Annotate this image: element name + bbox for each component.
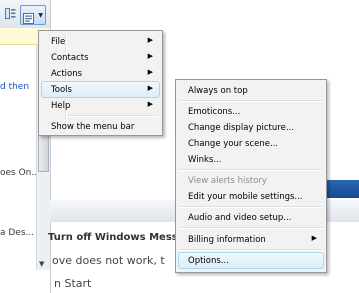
menu-item-label: Tools (51, 85, 72, 95)
tools-submenu: Always on top Emoticons... Change displa… (175, 79, 327, 273)
menu-item-audio-video-setup[interactable]: Audio and video setup... (178, 209, 324, 226)
menu-item-help[interactable]: Help ▶ (41, 97, 160, 114)
scroll-down-icon[interactable]: ▼ (39, 260, 44, 268)
text-fragment: oes On... (0, 168, 40, 178)
main-menu: File ▶ Contacts ▶ Actions ▶ Tools ▶ Help… (38, 30, 163, 136)
chevron-down-icon: ▼ (38, 12, 43, 19)
menu-item-label: Edit your mobile settings... (188, 192, 303, 202)
link-fragment[interactable]: d then (0, 82, 29, 92)
menu-item-billing-information[interactable]: Billing information ▶ (178, 231, 324, 248)
menu-item-edit-mobile-settings[interactable]: Edit your mobile settings... (178, 188, 324, 205)
menu-item-change-display-picture[interactable]: Change display picture... (178, 119, 324, 136)
menu-item-view-alerts-history: View alerts history (178, 172, 324, 189)
menu-separator (179, 227, 323, 229)
chevron-right-icon: ▶ (147, 84, 153, 92)
contacts-view-icon[interactable] (4, 7, 17, 20)
menu-separator (179, 100, 323, 102)
article-heading: Turn off Windows Mess (48, 232, 178, 243)
text-fragment: a Des... (0, 228, 35, 238)
menu-separator (179, 249, 323, 251)
menu-item-label: Actions (51, 69, 83, 79)
menu-item-emoticons[interactable]: Emoticons... (178, 103, 324, 120)
menu-item-label: Contacts (51, 53, 89, 63)
menu-item-tools[interactable]: Tools ▶ (41, 81, 160, 98)
menu-item-change-scene[interactable]: Change your scene... (178, 135, 324, 152)
article-text: n Start (54, 277, 92, 290)
show-menu-icon (23, 9, 34, 28)
menu-separator (67, 115, 159, 117)
menu-item-label: Options... (188, 256, 229, 266)
article-text: ove does not work, t (52, 254, 165, 267)
menu-item-actions[interactable]: Actions ▶ (41, 65, 160, 82)
menu-item-contacts[interactable]: Contacts ▶ (41, 49, 160, 66)
menu-item-label: Always on top (188, 86, 248, 96)
menu-item-label: Show the menu bar (51, 122, 135, 132)
menu-item-label: Emoticons... (188, 107, 241, 117)
menu-item-label: Help (51, 101, 71, 111)
menu-item-options[interactable]: Options... (178, 252, 324, 269)
menu-item-file[interactable]: File ▶ (41, 33, 160, 50)
show-menu-button[interactable]: ▼ (20, 5, 46, 25)
toolbar: ▼ (0, 0, 50, 29)
menu-item-always-on-top[interactable]: Always on top (178, 82, 324, 99)
chevron-right-icon: ▶ (147, 68, 153, 76)
menu-item-label: Change display picture... (188, 123, 294, 133)
chevron-right-icon: ▶ (147, 52, 153, 60)
menu-item-label: View alerts history (188, 176, 267, 186)
menu-item-label: Audio and video setup... (188, 213, 292, 223)
menu-separator (179, 206, 323, 208)
menu-item-label: File (51, 37, 66, 47)
menu-item-winks[interactable]: Winks... (178, 151, 324, 168)
chevron-right-icon: ▶ (147, 36, 153, 44)
menu-item-label: Billing information (188, 235, 266, 245)
menu-item-label: Change your scene... (188, 139, 279, 149)
menu-item-label: Winks... (188, 155, 222, 165)
chevron-right-icon: ▶ (311, 234, 317, 242)
chevron-right-icon: ▶ (147, 100, 153, 108)
menu-item-show-menu-bar[interactable]: Show the menu bar (41, 118, 160, 135)
menu-separator (179, 169, 323, 171)
